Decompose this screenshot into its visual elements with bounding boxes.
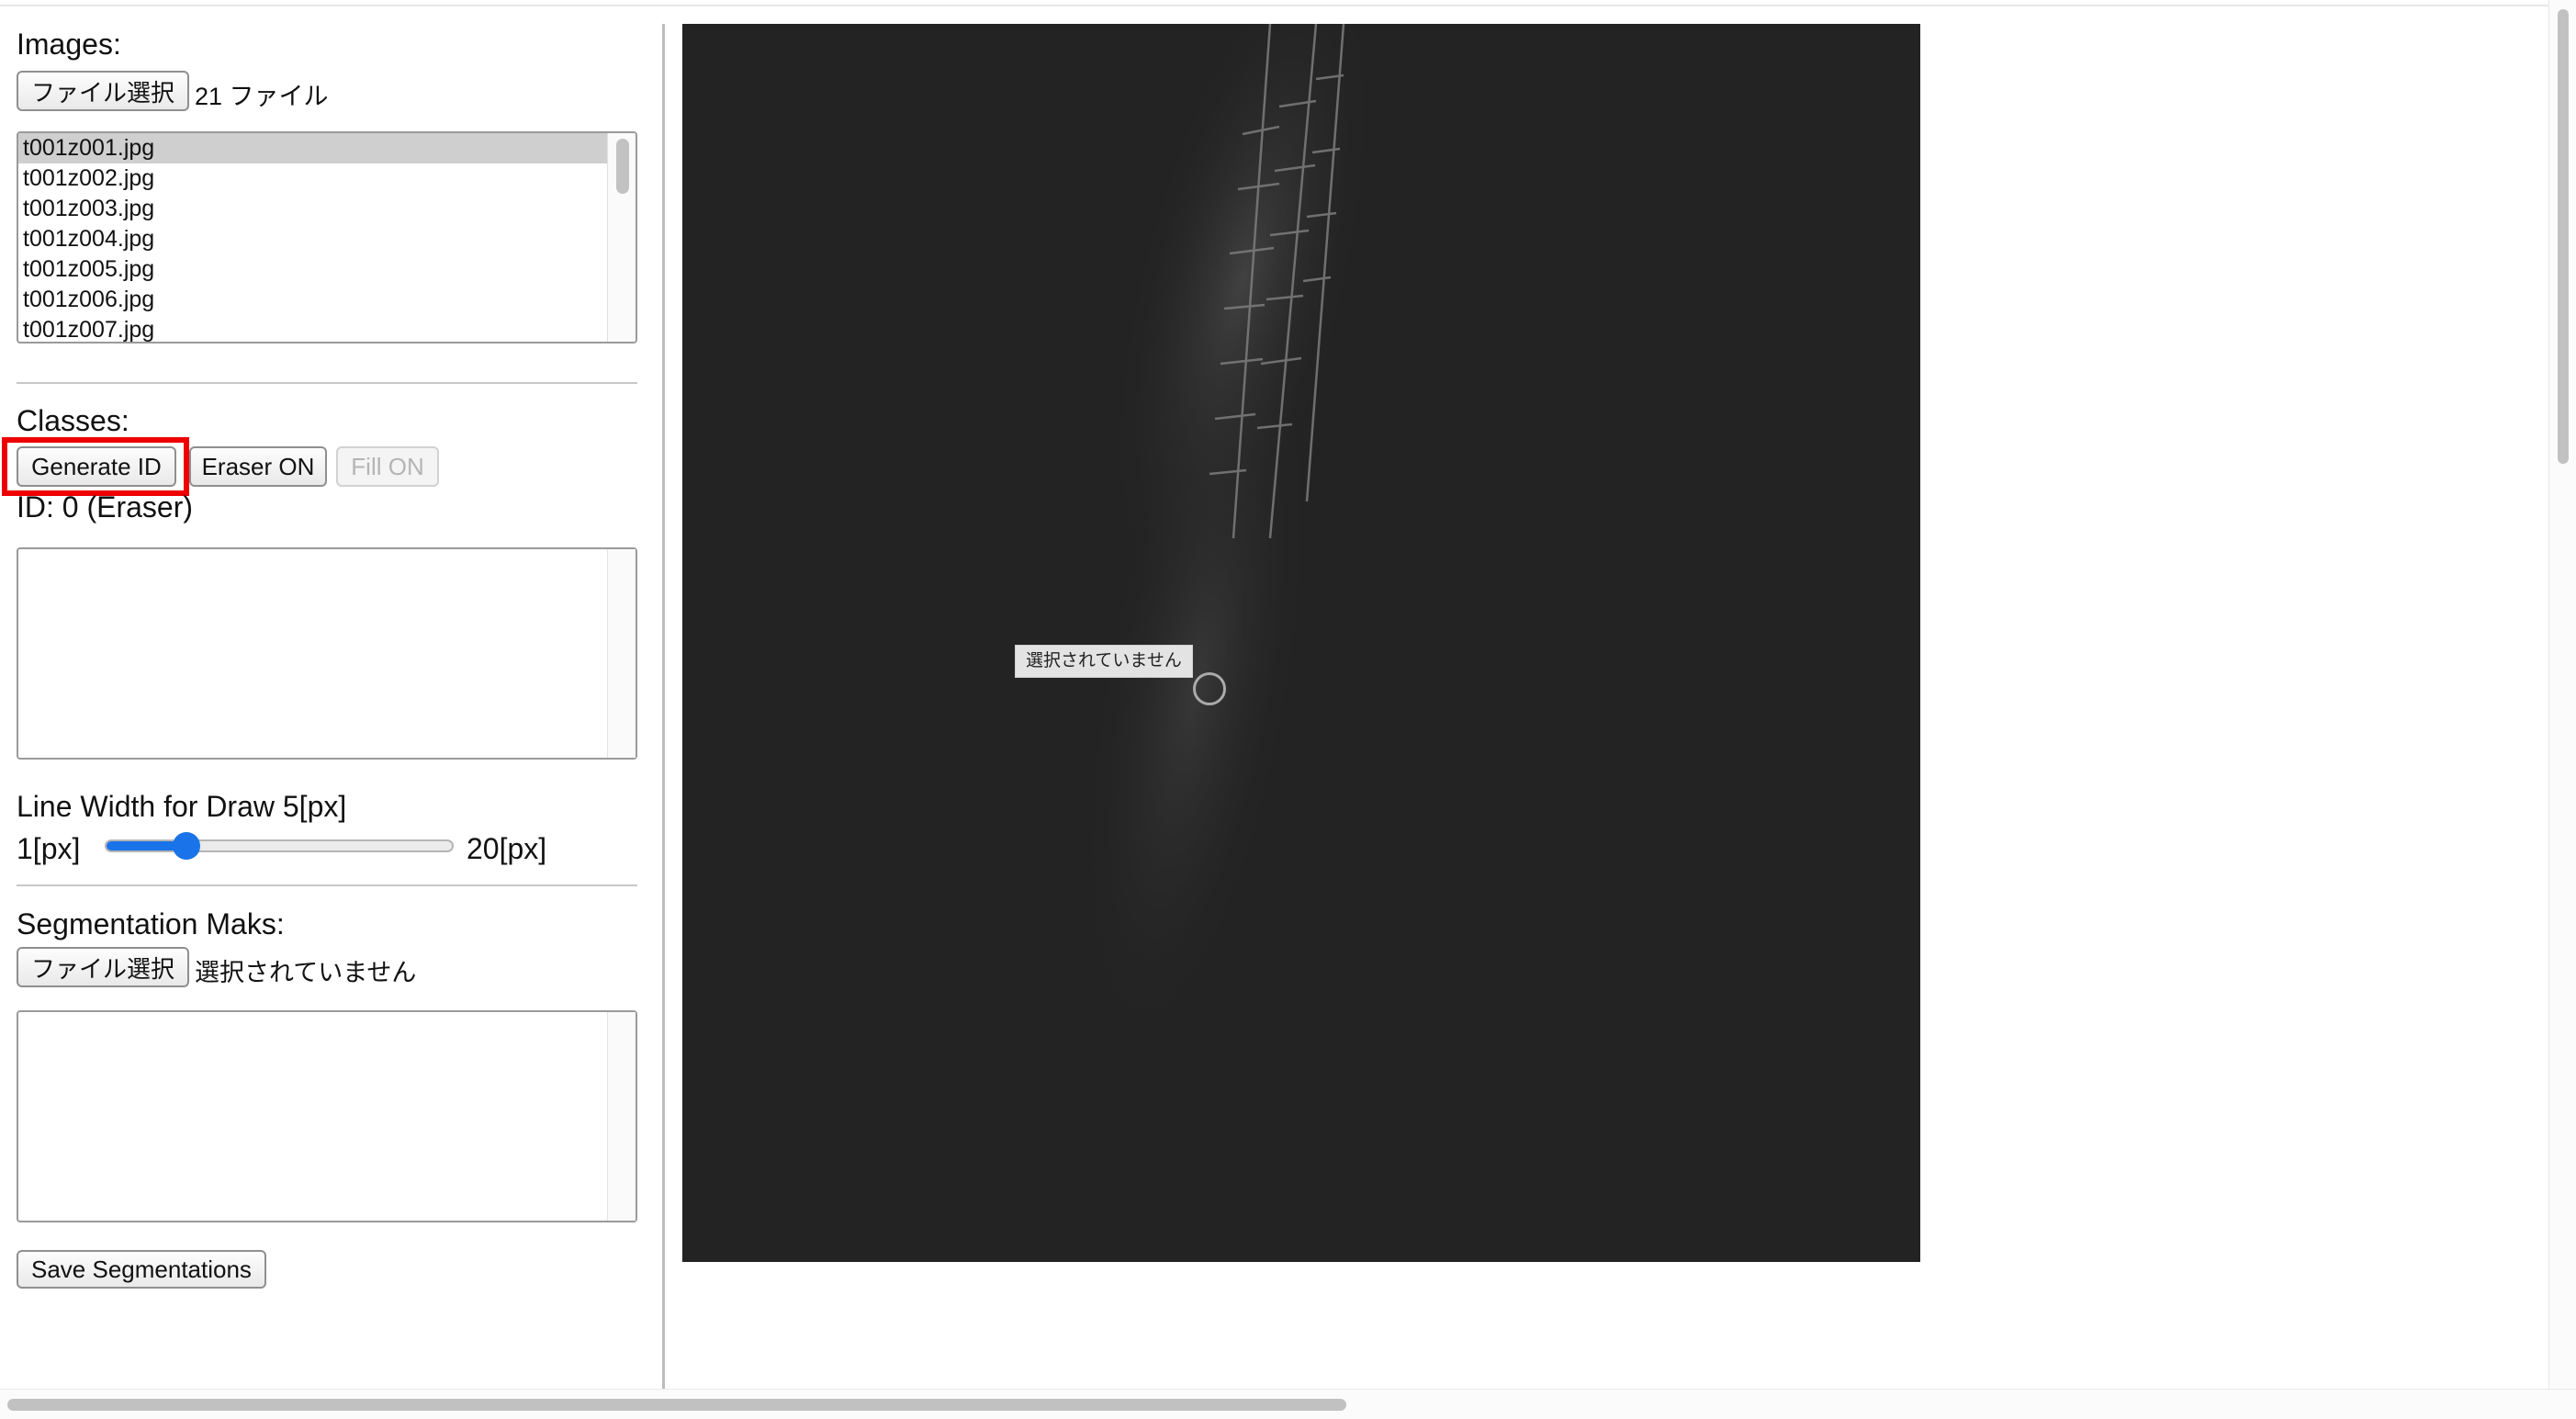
segmentation-file-status: 選択されていません [195, 959, 417, 986]
vertical-scroll-thumb[interactable] [2558, 9, 2569, 464]
section-divider [17, 382, 637, 384]
file-list-item[interactable]: t001z006.jpg [18, 285, 611, 315]
image-file-status: 21 ファイル [195, 83, 329, 110]
segmentation-label: Segmentation Maks: [17, 907, 285, 940]
section-divider [17, 884, 637, 886]
line-width-slider-track[interactable] [105, 839, 454, 852]
line-width-slider-thumb[interactable] [172, 832, 200, 860]
microscopy-image [1076, 24, 1379, 1066]
file-list-item[interactable]: t001z007.jpg [18, 315, 611, 342]
file-list-item[interactable]: t001z004.jpg [18, 224, 611, 254]
line-width-label: Line Width for Draw 5[px] [17, 790, 347, 823]
file-list-item[interactable]: t001z005.jpg [18, 254, 611, 285]
page-horizontal-scrollbar[interactable] [0, 1389, 2576, 1419]
brush-cursor [1193, 672, 1226, 705]
file-list-item[interactable]: t001z002.jpg [18, 163, 611, 194]
classes-textarea[interactable] [17, 547, 637, 760]
page-vertical-scrollbar[interactable] [2548, 0, 2576, 1389]
image-canvas[interactable]: 選択されていません [682, 24, 1920, 1262]
highlight-box [2, 437, 189, 496]
image-file-select-button[interactable]: ファイル選択 [17, 71, 190, 111]
file-list-item[interactable]: t001z001.jpg [18, 133, 611, 163]
save-segmentations-button[interactable]: Save Segmentations [17, 1250, 266, 1289]
file-tooltip: 選択されていません [1015, 645, 1193, 678]
fill-toggle-button[interactable]: Fill ON [336, 446, 439, 487]
segmentation-textarea[interactable] [17, 1010, 637, 1222]
line-width-min-label: 1[px] [17, 832, 81, 865]
file-list-item[interactable]: t001z003.jpg [18, 194, 611, 224]
segmentation-file-select-button[interactable]: ファイル選択 [17, 947, 190, 987]
images-label: Images: [17, 28, 121, 61]
file-list-scrollbar[interactable] [607, 133, 636, 342]
eraser-toggle-button[interactable]: Eraser ON [189, 446, 327, 487]
classes-label: Classes: [17, 404, 129, 437]
horizontal-scroll-thumb[interactable] [7, 1399, 1346, 1411]
file-list-scroll-thumb[interactable] [616, 139, 629, 194]
line-width-max-label: 20[px] [467, 832, 547, 865]
control-panel: Images: ファイル選択 21 ファイル t001z001.jpg t001z… [0, 0, 661, 1387]
image-file-list[interactable]: t001z001.jpg t001z002.jpg t001z003.jpg t001… [17, 131, 637, 343]
current-id-label: ID: 0 (Eraser) [17, 490, 194, 524]
classes-textarea-scrollbar[interactable] [607, 549, 636, 758]
panel-divider [662, 24, 665, 1389]
segmentation-textarea-scrollbar[interactable] [607, 1012, 636, 1221]
